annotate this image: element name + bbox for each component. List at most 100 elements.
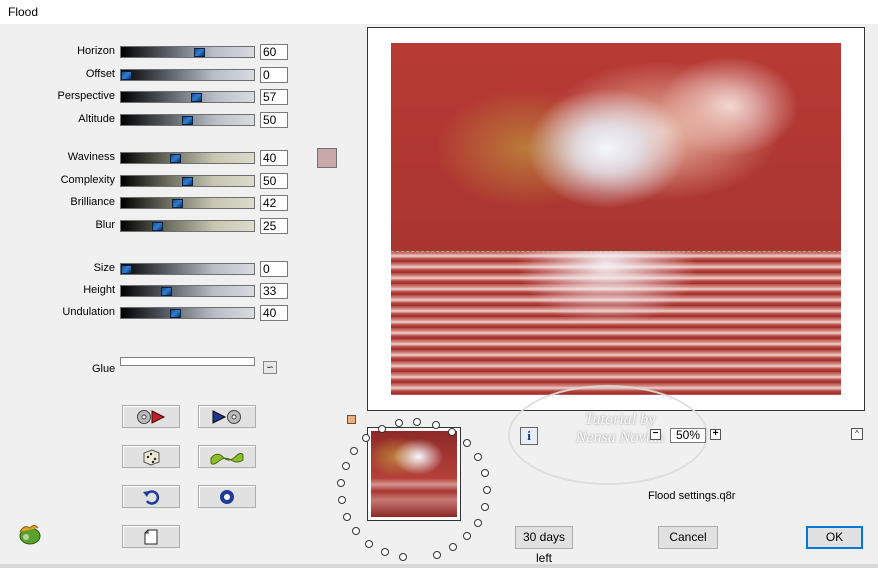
reset-to-default-button[interactable] xyxy=(122,405,180,428)
preset-dot[interactable] xyxy=(338,496,346,504)
brilliance-value-field[interactable]: 42 xyxy=(260,195,288,211)
preset-dot[interactable] xyxy=(432,421,440,429)
height-slider[interactable] xyxy=(120,285,255,297)
preset-dot[interactable] xyxy=(474,453,482,461)
wave-preset-button[interactable] xyxy=(198,445,256,468)
undo-icon xyxy=(143,489,160,505)
undulation-slider-thumb[interactable] xyxy=(170,309,181,318)
next-preset-button[interactable] xyxy=(198,405,256,428)
preview-image[interactable] xyxy=(391,43,841,395)
height-slider-thumb[interactable] xyxy=(161,287,172,296)
offset-value-field[interactable]: 0 xyxy=(260,66,288,83)
height-label: Height xyxy=(83,284,115,296)
perspective-slider-thumb[interactable] xyxy=(191,93,202,102)
glue-slider[interactable] xyxy=(120,357,255,366)
slider-row-height: Height 33 xyxy=(0,283,300,299)
document-icon xyxy=(144,529,158,544)
brilliance-slider-thumb[interactable] xyxy=(172,199,183,208)
perspective-value-field[interactable]: 57 xyxy=(260,89,288,105)
blur-slider-thumb[interactable] xyxy=(152,221,163,231)
waviness-slider-thumb[interactable] xyxy=(170,154,181,163)
ok-button[interactable]: OK xyxy=(806,526,863,549)
preset-dot[interactable] xyxy=(463,532,471,540)
offset-slider[interactable] xyxy=(120,68,255,81)
horizon-value-field[interactable]: 60 xyxy=(260,44,288,60)
preset-dot[interactable] xyxy=(381,548,389,556)
navigator-thumbnail[interactable] xyxy=(367,427,461,521)
complexity-slider-thumb[interactable] xyxy=(182,176,193,186)
offset-slider-thumb[interactable] xyxy=(121,70,132,80)
preset-dot[interactable] xyxy=(362,434,370,442)
waviness-slider[interactable] xyxy=(120,152,255,164)
preset-dot[interactable] xyxy=(343,513,351,521)
slider-row-complexity: Complexity 50 xyxy=(0,172,300,189)
altitude-slider[interactable] xyxy=(120,113,255,126)
preset-dot[interactable] xyxy=(433,551,441,559)
preview-panel[interactable] xyxy=(367,27,865,411)
brilliance-slider[interactable] xyxy=(120,197,255,209)
altitude-label: Altitude xyxy=(78,112,115,125)
waviness-value-field[interactable]: 40 xyxy=(260,150,288,166)
info-icon[interactable]: i xyxy=(520,427,538,445)
blur-value-field[interactable]: 25 xyxy=(260,217,288,234)
undo-button[interactable] xyxy=(122,485,180,508)
preset-dot[interactable] xyxy=(399,553,407,561)
size-slider-thumb[interactable] xyxy=(121,265,132,274)
navigator-toggle[interactable] xyxy=(347,415,356,424)
height-value-field[interactable]: 33 xyxy=(260,283,288,299)
app-logo-icon xyxy=(19,525,41,545)
stop-button[interactable] xyxy=(198,485,256,508)
preset-dot[interactable] xyxy=(395,419,403,427)
settings-filename: Flood settings.q8r xyxy=(648,490,736,502)
slider-row-altitude: Altitude 50 xyxy=(0,111,300,128)
perspective-slider[interactable] xyxy=(120,91,255,103)
brilliance-label: Brilliance xyxy=(70,196,115,208)
slider-row-waviness: Waviness 40 xyxy=(0,150,300,166)
link-icon[interactable]: ∽ xyxy=(263,361,277,374)
preset-dot[interactable] xyxy=(365,540,373,548)
undulation-slider[interactable] xyxy=(120,307,255,319)
size-value-field[interactable]: 0 xyxy=(260,261,288,277)
cancel-button[interactable]: Cancel xyxy=(658,526,718,549)
altitude-value-field[interactable]: 50 xyxy=(260,111,288,128)
blur-label: Blur xyxy=(95,218,115,231)
blur-slider[interactable] xyxy=(120,219,255,232)
preset-dot[interactable] xyxy=(337,479,345,487)
disc-arrow-icon xyxy=(137,409,166,424)
copy-button[interactable] xyxy=(122,525,180,548)
preset-dot[interactable] xyxy=(481,503,489,511)
trial-days-button[interactable]: 30 days left xyxy=(515,526,573,565)
undulation-value-field[interactable]: 40 xyxy=(260,305,288,321)
water-color-swatch[interactable] xyxy=(317,148,337,168)
title-bar: Flood xyxy=(0,0,878,24)
size-slider[interactable] xyxy=(120,263,255,275)
preset-dot[interactable] xyxy=(448,428,456,436)
preset-dot[interactable] xyxy=(481,469,489,477)
zoom-out-button[interactable]: − xyxy=(650,429,661,440)
preset-dot[interactable] xyxy=(352,527,360,535)
collapse-icon[interactable]: ^ xyxy=(851,428,863,440)
preset-dot[interactable] xyxy=(449,543,457,551)
zoom-in-button[interactable]: + xyxy=(710,429,721,440)
horizon-slider-thumb[interactable] xyxy=(194,48,205,57)
preset-dot[interactable] xyxy=(413,418,421,426)
preset-dot[interactable] xyxy=(342,462,350,470)
zoom-level[interactable]: 50% xyxy=(670,428,706,443)
preset-dot[interactable] xyxy=(378,425,386,433)
thumbnail-image xyxy=(371,431,457,517)
complexity-slider[interactable] xyxy=(120,174,255,187)
complexity-value-field[interactable]: 50 xyxy=(260,172,288,189)
horizon-line[interactable] xyxy=(391,251,841,252)
preset-dot[interactable] xyxy=(463,439,471,447)
slider-row-perspective: Perspective 57 xyxy=(0,89,300,105)
altitude-slider-thumb[interactable] xyxy=(182,115,193,125)
bottom-edge xyxy=(0,564,878,568)
preset-dot[interactable] xyxy=(483,486,491,494)
dice-icon xyxy=(143,448,160,466)
preset-dot[interactable] xyxy=(474,519,482,527)
horizon-label: Horizon xyxy=(77,45,115,57)
wave-icon xyxy=(210,452,244,465)
preset-dot[interactable] xyxy=(350,447,358,455)
randomize-button[interactable] xyxy=(122,445,180,468)
horizon-slider[interactable] xyxy=(120,46,255,58)
